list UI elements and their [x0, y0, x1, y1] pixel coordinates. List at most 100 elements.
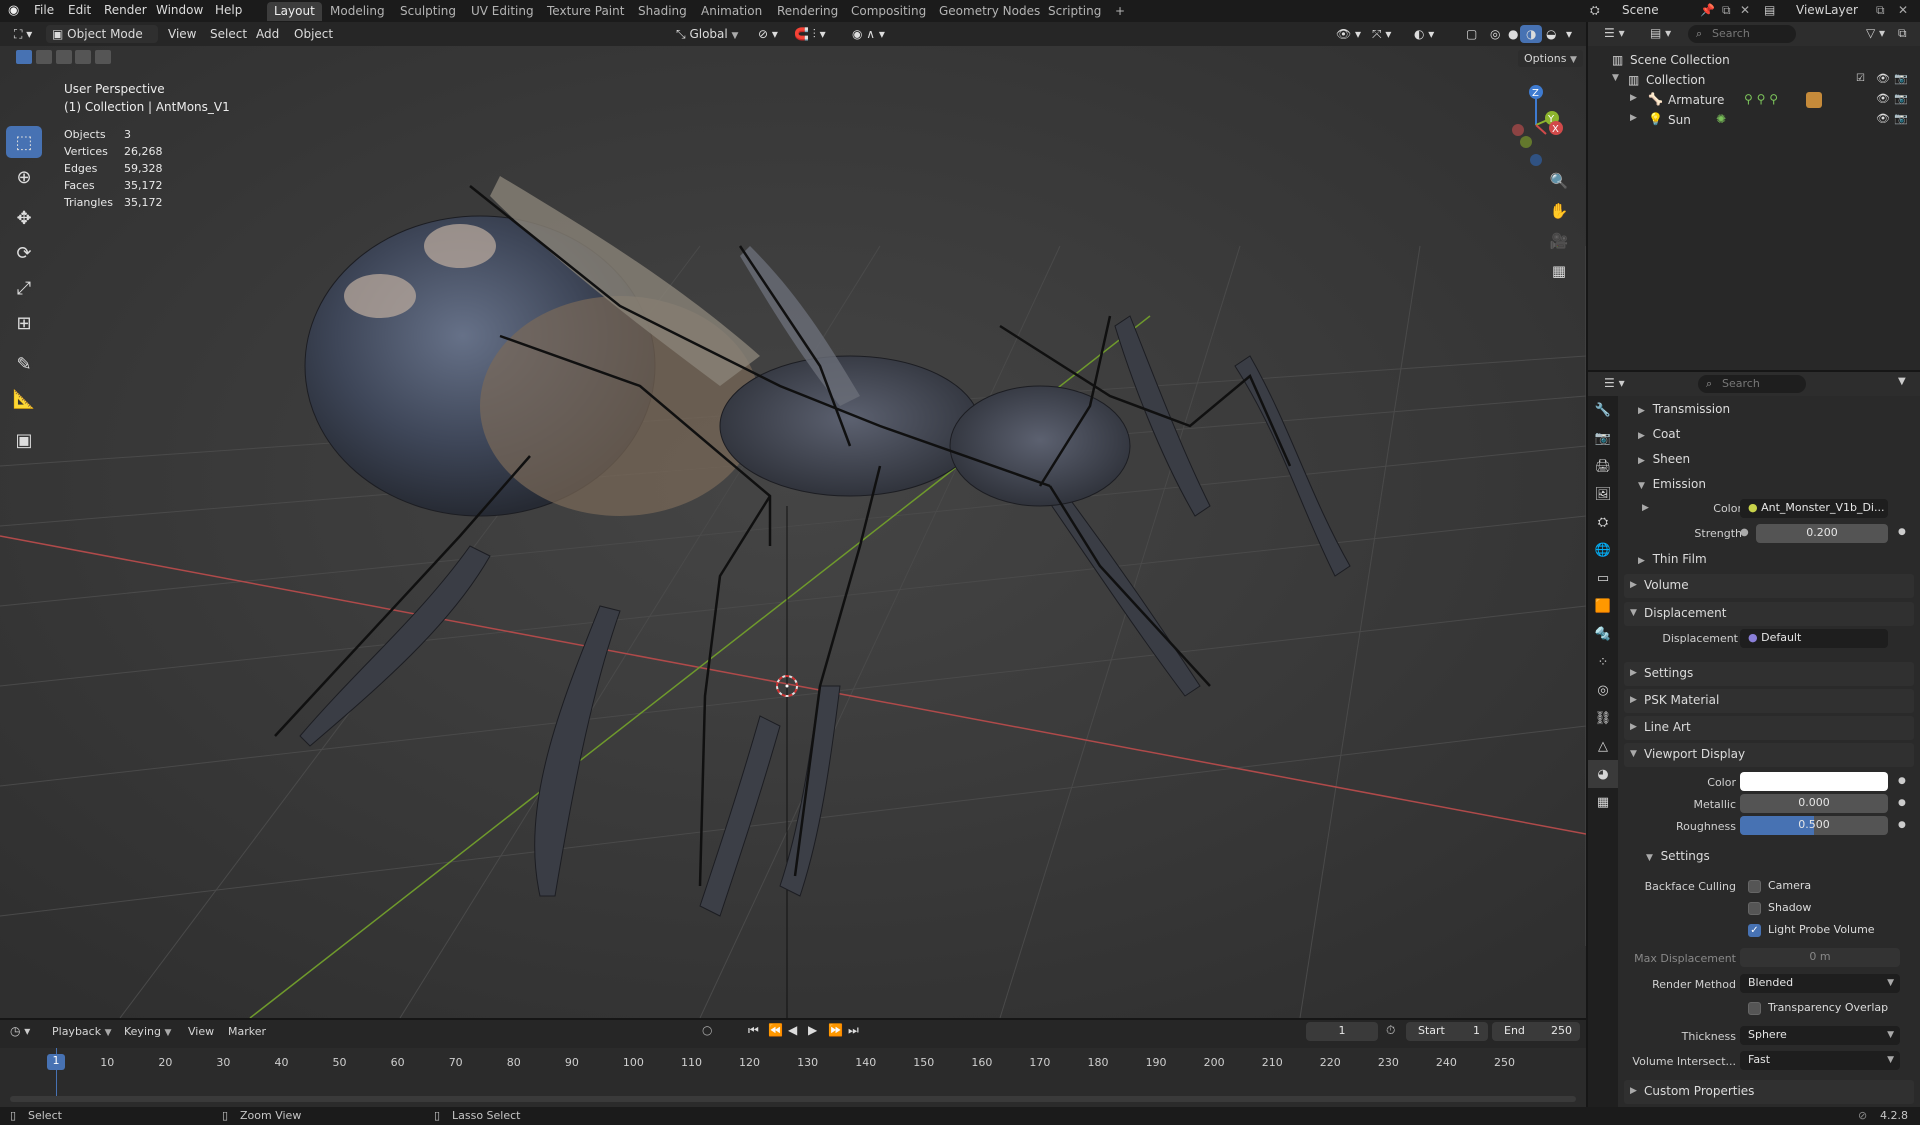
keyframe-dot-icon[interactable]: ● [1898, 527, 1906, 537]
tab-uv-editing[interactable]: UV Editing [464, 2, 541, 21]
render-method-dropdown[interactable]: Blended ▼ [1740, 974, 1900, 993]
camera-view-icon[interactable]: 🎥 [1546, 228, 1572, 254]
select-intersect-icon[interactable] [95, 50, 112, 64]
object-tab-icon[interactable]: 🟧 [1588, 592, 1618, 620]
displacement-field[interactable]: ● Default [1740, 629, 1888, 648]
timeline-scrollbar[interactable] [10, 1096, 1576, 1102]
menu-edit[interactable]: Edit [68, 3, 91, 17]
list-item[interactable]: ▼ ▥ Collection ☑ 👁 📷 [1588, 70, 1920, 90]
transform-icon[interactable]: ⊞ [6, 307, 42, 339]
add-cube-icon[interactable]: ▣ [6, 424, 42, 456]
keyframe-dot-icon[interactable]: ● [1898, 776, 1906, 786]
filter-icon[interactable]: ▽ ▾ [1866, 26, 1885, 40]
rotate-icon[interactable]: ⟳ [6, 237, 42, 269]
menu-view[interactable]: View [188, 1025, 214, 1038]
panel-psk-material[interactable]: ▶ PSK Material [1624, 689, 1914, 713]
menu-keying[interactable]: Keying ▼ [124, 1025, 171, 1038]
output-tab-icon[interactable]: 🖨 [1588, 452, 1618, 480]
visibility-icon[interactable]: 👁 ▾ [1330, 25, 1367, 43]
socket-dot-icon[interactable]: ● [1740, 527, 1749, 538]
pan-icon[interactable]: ✋ [1546, 198, 1572, 224]
navigation-gizmo[interactable]: Z Y X [1496, 80, 1576, 170]
physics-tab-icon[interactable]: ◎ [1588, 676, 1618, 704]
data-tab-icon[interactable]: △ [1588, 732, 1618, 760]
properties-type-icon[interactable]: ☰ ▾ [1604, 376, 1625, 390]
ortho-toggle-icon[interactable]: ▦ [1546, 258, 1572, 284]
record-icon[interactable]: ○ [702, 1023, 712, 1037]
chevron-right-icon[interactable]: ▶ [1630, 113, 1637, 123]
section-emission[interactable]: ▼ Emission [1638, 477, 1706, 491]
eye-icon[interactable]: 👁 [1876, 72, 1890, 85]
play-reverse-icon[interactable]: ◀ [788, 1023, 797, 1037]
section-thin-film[interactable]: ▶ Thin Film [1638, 552, 1707, 566]
strength-field[interactable]: 0.200 [1756, 524, 1888, 543]
menu-render[interactable]: Render [104, 3, 147, 17]
pivot-icon[interactable]: ⊘ ▾ [752, 25, 784, 43]
pin-icon[interactable]: 📌 [1700, 3, 1715, 17]
shading-options-icon[interactable]: ▾ [1560, 25, 1578, 43]
3d-viewport[interactable]: User Perspective (1) Collection | AntMon… [0, 46, 1586, 1018]
emission-color-field[interactable]: ● Ant_Monster_V1b_Di... [1740, 499, 1888, 518]
move-icon[interactable]: ✥ [6, 202, 42, 234]
chevron-down-icon[interactable]: ▼ [1612, 73, 1619, 83]
chevron-right-icon[interactable]: ▶ [1642, 503, 1649, 513]
viewlayer-name[interactable]: ViewLayer [1796, 3, 1858, 17]
xray-icon[interactable]: ▢ [1460, 25, 1483, 43]
section-transmission[interactable]: ▶ Transmission [1638, 402, 1730, 416]
editor-type-icon[interactable]: ⛶ ▾ [8, 25, 38, 43]
new-scene-icon[interactable]: ⧉ [1722, 3, 1731, 18]
select-new-icon[interactable] [16, 50, 32, 64]
keyframe-dot-icon[interactable]: ● [1898, 820, 1906, 830]
thickness-dropdown[interactable]: Sphere ▼ [1740, 1026, 1900, 1045]
tab-sculpting[interactable]: Sculpting [393, 2, 463, 21]
chevron-right-icon[interactable]: ▶ [1630, 93, 1637, 103]
roughness-slider[interactable]: 0.500 [1740, 816, 1888, 835]
prev-keyframe-icon[interactable]: ⏪ [768, 1023, 783, 1037]
vd-color-swatch[interactable] [1740, 772, 1888, 791]
timeline-editor-icon[interactable]: ◷ ▾ [10, 1024, 30, 1038]
modifier-tab-icon[interactable]: 🔩 [1588, 620, 1618, 648]
metallic-field[interactable]: 0.000 [1740, 794, 1888, 813]
end-frame-field[interactable]: End 250 [1492, 1022, 1580, 1041]
scene-tab-icon[interactable]: ⛭ [1588, 508, 1618, 536]
tab-shading[interactable]: Shading [631, 2, 694, 21]
list-item[interactable]: ▶ 💡 Sun ✺ 👁 📷 [1588, 110, 1920, 130]
menu-select[interactable]: Select [204, 25, 253, 43]
menu-file[interactable]: File [34, 3, 54, 17]
panel-custom-properties[interactable]: ▶ Custom Properties [1624, 1080, 1914, 1104]
annotate-icon[interactable]: ✎ [6, 348, 42, 380]
list-item[interactable]: ▶ 🦴 Armature ⚲ ⚲ ⚲ 👁 📷 [1588, 90, 1920, 110]
select-invert-icon[interactable] [75, 50, 92, 64]
next-keyframe-icon[interactable]: ⏩ [828, 1023, 843, 1037]
light-probe-checkbox[interactable]: ✓ [1748, 924, 1761, 937]
new-viewlayer-icon[interactable]: ⧉ [1876, 3, 1885, 18]
panel-line-art[interactable]: ▶ Line Art [1624, 716, 1914, 740]
constraints-tab-icon[interactable]: ⛓ [1588, 704, 1618, 732]
start-frame-field[interactable]: Start 1 [1406, 1022, 1488, 1041]
close-icon[interactable]: ✕ [1740, 3, 1750, 17]
shadow-checkbox[interactable] [1748, 902, 1761, 915]
menu-window[interactable]: Window [156, 3, 203, 17]
tab-layout[interactable]: Layout [267, 2, 322, 21]
tab-geometry-nodes[interactable]: Geometry Nodes [932, 2, 1047, 21]
particles-tab-icon[interactable]: ⁘ [1588, 648, 1618, 676]
select-extend-icon[interactable] [35, 50, 52, 64]
camera-checkbox[interactable] [1748, 880, 1761, 893]
select-box-icon[interactable]: ⬚ [6, 126, 42, 158]
keyframe-dot-icon[interactable]: ● [1898, 798, 1906, 808]
scale-icon[interactable]: ⤢ [6, 272, 42, 304]
tab-texture-paint[interactable]: Texture Paint [540, 2, 631, 21]
close-icon[interactable]: ✕ [1898, 3, 1908, 17]
subpanel-settings[interactable]: ▼ Settings [1646, 849, 1710, 863]
current-frame-field[interactable]: 1 [1306, 1022, 1378, 1041]
menu-help[interactable]: Help [215, 3, 242, 17]
texture-tab-icon[interactable]: ▦ [1588, 788, 1618, 816]
select-mode-buttons[interactable] [16, 50, 112, 67]
panel-displacement[interactable]: ▼ Displacement [1624, 602, 1914, 626]
tab-modeling[interactable]: Modeling [323, 2, 392, 21]
view-layer-tab-icon[interactable]: 🖼 [1588, 480, 1618, 508]
proportional-edit-icon[interactable]: ◉ ∧ ▾ [846, 25, 891, 43]
panel-settings[interactable]: ▶ Settings [1624, 662, 1914, 686]
object-mode-dropdown[interactable]: ▣ Object Mode ▼ [46, 25, 158, 55]
render-tab-icon[interactable]: 📷 [1588, 424, 1618, 452]
